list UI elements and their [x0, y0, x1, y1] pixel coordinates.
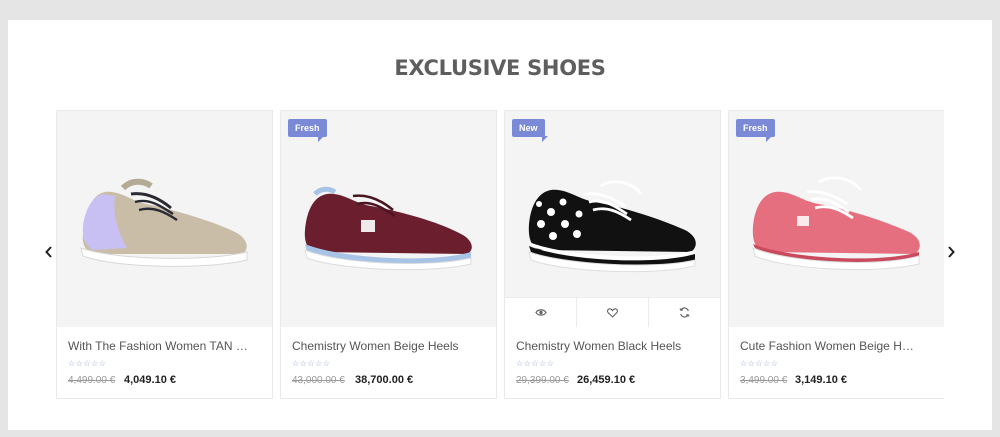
- section-title: EXCLUSIVE SHOES: [394, 56, 606, 80]
- quick-actions-bar: [505, 297, 720, 327]
- shoe-image: [751, 176, 920, 271]
- rating-stars: ☆☆☆☆☆: [516, 359, 555, 368]
- price: 38,700.00 €: [355, 374, 414, 386]
- quick-view-button[interactable]: [505, 298, 577, 327]
- old-price: 3,499.00 €: [740, 375, 788, 386]
- shoe-image: [79, 178, 247, 267]
- carousel-prev-button[interactable]: [41, 243, 57, 261]
- product-card[interactable]: Fresh Chemistry Women Beige Heels ☆☆☆☆☆ …: [280, 110, 497, 399]
- product-badge: Fresh: [288, 119, 327, 142]
- price: 3,149.10 €: [795, 374, 847, 386]
- heart-icon: [607, 307, 618, 318]
- shoe-image: [303, 186, 472, 271]
- product-name[interactable]: Chemistry Women Black Heels: [516, 339, 696, 353]
- compare-button[interactable]: [649, 298, 720, 327]
- chevron-right-icon: [948, 246, 955, 258]
- product-image[interactable]: [57, 111, 272, 327]
- price: 26,459.10 €: [577, 374, 636, 386]
- chevron-left-icon: [45, 246, 52, 258]
- product-card[interactable]: With The Fashion Women TAN He... ☆☆☆☆☆ 4…: [56, 110, 273, 399]
- rating-stars: ☆☆☆☆☆: [740, 359, 779, 368]
- old-price: 4,499.00 €: [68, 375, 116, 386]
- old-price: 29,399.00 €: [516, 375, 569, 386]
- refresh-icon: [679, 307, 690, 318]
- rating-stars: ☆☆☆☆☆: [292, 359, 331, 368]
- product-name[interactable]: Cute Fashion Women Beige Heels: [740, 339, 920, 353]
- product-badge: New: [512, 119, 548, 142]
- product-card[interactable]: Fresh Cute Fashion Women Beige Heels ☆☆☆…: [728, 110, 944, 399]
- wishlist-button[interactable]: [577, 298, 649, 327]
- price: 4,049.10 €: [124, 374, 176, 386]
- product-image[interactable]: [505, 111, 720, 327]
- product-name[interactable]: Chemistry Women Beige Heels: [292, 339, 472, 353]
- rating-stars: ☆☆☆☆☆: [68, 359, 107, 368]
- product-name[interactable]: With The Fashion Women TAN He...: [68, 339, 248, 353]
- product-image[interactable]: [281, 111, 496, 327]
- eye-icon: [534, 309, 547, 316]
- shoe-image: [527, 180, 696, 273]
- carousel-next-button[interactable]: [943, 243, 959, 261]
- product-card[interactable]: New Chemistry Women Black Heels ☆☆☆☆☆ 29…: [504, 110, 721, 399]
- product-image[interactable]: [729, 111, 944, 327]
- product-carousel: With The Fashion Women TAN He... ☆☆☆☆☆ 4…: [56, 110, 944, 399]
- old-price: 43,000.00 €: [292, 375, 345, 386]
- product-badge: Fresh: [736, 119, 775, 142]
